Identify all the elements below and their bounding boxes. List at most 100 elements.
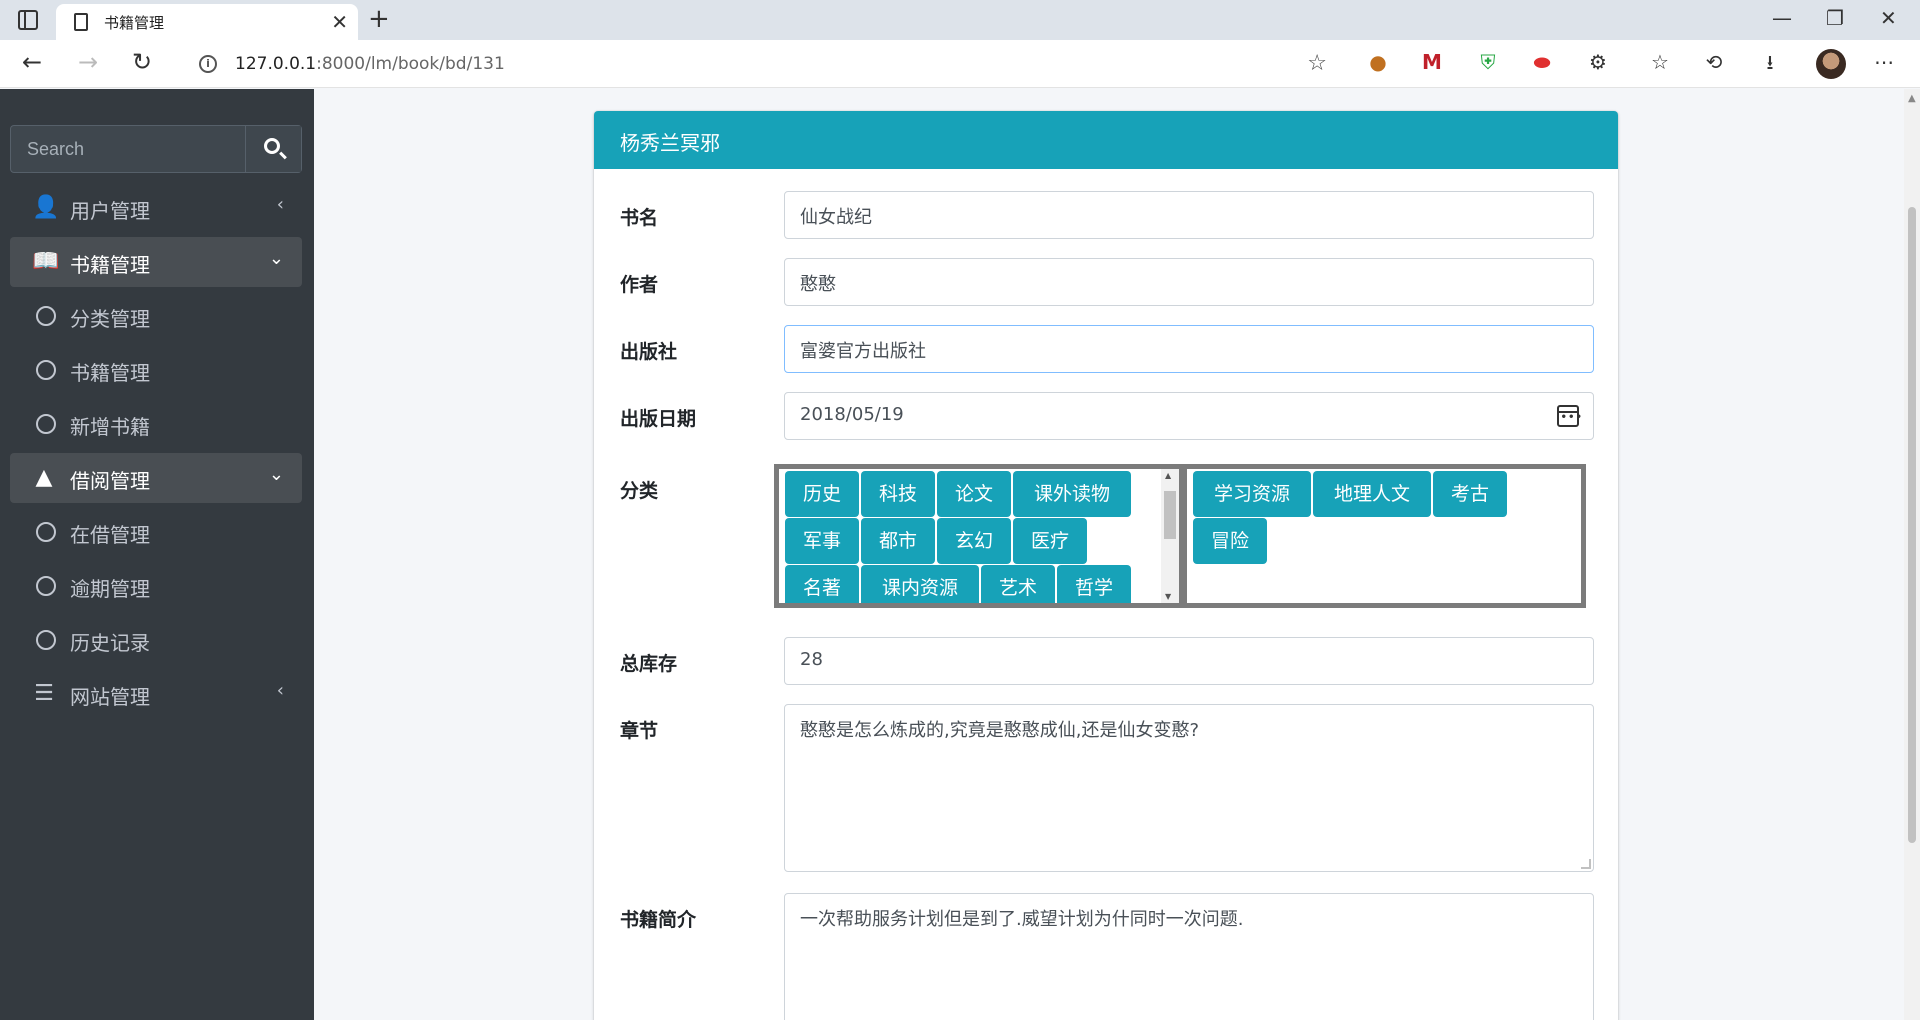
tab-actions-icon[interactable]: [18, 10, 38, 30]
sidebar-item-category-management[interactable]: 分类管理: [10, 291, 302, 341]
category-chip[interactable]: 学习资源: [1193, 471, 1311, 517]
page-scrollbar[interactable]: ▲: [1904, 89, 1920, 1020]
calendar-icon[interactable]: [1557, 405, 1583, 427]
more-menu-icon[interactable]: ⋯: [1872, 50, 1896, 74]
search-input[interactable]: [11, 126, 247, 172]
chevron-left-icon: ‹: [276, 194, 284, 215]
page-scroll-thumb[interactable]: [1908, 207, 1916, 843]
category-scroll-thumb[interactable]: [1164, 491, 1176, 539]
category-chip[interactable]: 艺术: [981, 565, 1055, 603]
minimize-icon[interactable]: —: [1772, 6, 1792, 30]
chevron-down-icon: ⌄: [268, 464, 284, 485]
category-chip[interactable]: 论文: [937, 471, 1011, 517]
sidebar-item-history[interactable]: 历史记录: [10, 615, 302, 665]
stock-label: 总库存: [620, 653, 678, 675]
book-icon: 📖: [32, 249, 60, 274]
search-button[interactable]: [245, 126, 301, 172]
sidebar: 👤 用户管理 ‹ 📖 书籍管理 ⌄ 分类管理 书籍管理 新增书籍 ▲ 借阅管理 …: [0, 89, 314, 1020]
category-chip[interactable]: 地理人文: [1313, 471, 1431, 517]
sidebar-item-label: 借阅管理: [70, 469, 150, 493]
available-categories-list[interactable]: 历史 科技 论文 课外读物军事 都市 玄幻 医疗名著 课内资源 艺术 哲学 ▲ ▼: [779, 469, 1179, 603]
close-window-icon[interactable]: ✕: [1880, 6, 1897, 30]
category-chip[interactable]: 冒险: [1193, 518, 1267, 564]
history-icon[interactable]: ⟲: [1702, 50, 1726, 74]
chapter-textarea[interactable]: 憨憨是怎么炼成的,究竟是憨憨成仙,还是仙女变憨?: [784, 704, 1594, 872]
circle-icon: [36, 630, 56, 650]
sidebar-item-site-management[interactable]: ☰ 网站管理 ‹: [10, 669, 302, 719]
chevron-left-icon: ‹: [276, 680, 284, 701]
stock-input[interactable]: 28: [784, 637, 1594, 685]
reload-icon[interactable]: ↻: [132, 48, 152, 76]
sidebar-item-borrow-management[interactable]: ▲ 借阅管理 ⌄: [10, 453, 302, 503]
category-chip[interactable]: 玄幻: [937, 518, 1011, 564]
sidebar-item-overdue[interactable]: 逾期管理: [10, 561, 302, 611]
sidebar-item-label: 历史记录: [70, 631, 150, 655]
category-chip[interactable]: 军事: [785, 518, 859, 564]
browser-tab-bar: 书籍管理 ✕ + — ❐ ✕: [0, 0, 1920, 40]
search-icon: [264, 138, 280, 154]
sidebar-item-book-management[interactable]: 📖 书籍管理 ⌄: [10, 237, 302, 287]
profile-avatar[interactable]: [1816, 49, 1846, 79]
scroll-down-icon[interactable]: ▼: [1165, 592, 1171, 601]
category-list-scrollbar[interactable]: ▲ ▼: [1161, 469, 1179, 603]
add-favorite-icon[interactable]: ☆: [1307, 51, 1327, 76]
extension-monkey-icon[interactable]: ●: [1366, 50, 1390, 74]
category-chip[interactable]: 医疗: [1013, 518, 1087, 564]
sidebar-item-label: 网站管理: [70, 685, 150, 709]
extension-shield-icon[interactable]: ⛨: [1476, 50, 1500, 74]
reader-icon: ▲: [35, 465, 53, 490]
circle-icon: [36, 414, 56, 434]
extensions-icon[interactable]: ⚙: [1586, 50, 1610, 74]
sidebar-item-add-book[interactable]: 新增书籍: [10, 399, 302, 449]
browser-tab[interactable]: 书籍管理 ✕: [56, 4, 358, 40]
sidebar-item-label: 新增书籍: [70, 415, 150, 439]
category-chip[interactable]: 科技: [861, 471, 935, 517]
category-chip[interactable]: 考古: [1433, 471, 1507, 517]
publish-date-value: 2018/05/19: [800, 404, 904, 425]
book-name-input[interactable]: 仙女战纪: [784, 191, 1594, 239]
tab-title: 书籍管理: [104, 14, 165, 32]
address-bar[interactable]: i 127.0.0.1:8000/lm/book/bd/131 ☆: [180, 46, 1342, 82]
new-tab-icon[interactable]: +: [368, 4, 390, 34]
scroll-up-icon[interactable]: ▲: [1165, 471, 1171, 480]
author-input[interactable]: 憨憨: [784, 258, 1594, 306]
author-label: 作者: [620, 274, 659, 296]
extension-m-icon[interactable]: M: [1420, 50, 1444, 74]
circle-icon: [36, 306, 56, 326]
listbox-divider: [1179, 469, 1187, 603]
publisher-input[interactable]: 富婆官方出版社: [784, 325, 1594, 373]
scroll-up-icon[interactable]: ▲: [1908, 93, 1916, 104]
category-chip[interactable]: 哲学: [1057, 565, 1131, 603]
forward-icon[interactable]: →: [78, 48, 98, 76]
sidebar-item-on-loan[interactable]: 在借管理: [10, 507, 302, 557]
intro-textarea[interactable]: 一次帮助服务计划但是到了.威望计划为什同时一次问题.: [784, 893, 1594, 1020]
favorites-icon[interactable]: ☆: [1648, 50, 1672, 74]
extension-cloud-icon[interactable]: ⬬: [1530, 50, 1554, 74]
resize-grip-icon[interactable]: [1581, 859, 1591, 869]
category-chip[interactable]: 历史: [785, 471, 859, 517]
sidebar-item-books[interactable]: 书籍管理: [10, 345, 302, 395]
sidebar-item-label: 用户管理: [70, 199, 150, 223]
category-dual-listbox: 历史 科技 论文 课外读物军事 都市 玄幻 医疗名著 课内资源 艺术 哲学 ▲ ▼ 学习资源 地理人…: [774, 464, 1586, 608]
sidebar-item-label: 在借管理: [70, 523, 150, 547]
category-chip[interactable]: 名著: [785, 565, 859, 603]
publish-date-input[interactable]: 2018/05/19: [784, 392, 1594, 440]
category-chip[interactable]: 都市: [861, 518, 935, 564]
book-edit-card: 杨秀兰冥邪 书名 仙女战纪 作者 憨憨 出版社 富婆官方出版社 出版日期 201…: [594, 111, 1618, 1020]
sidebar-nav: 👤 用户管理 ‹ 📖 书籍管理 ⌄ 分类管理 书籍管理 新增书籍 ▲ 借阅管理 …: [10, 183, 302, 723]
publisher-label: 出版社: [620, 341, 678, 363]
name-label: 书名: [620, 207, 659, 229]
sidebar-item-user-management[interactable]: 👤 用户管理 ‹: [10, 183, 302, 233]
site-info-icon[interactable]: i: [199, 55, 217, 73]
main-content: 杨秀兰冥邪 书名 仙女战纪 作者 憨憨 出版社 富婆官方出版社 出版日期 201…: [314, 89, 1904, 1020]
downloads-icon[interactable]: ⭳: [1758, 50, 1782, 74]
category-chip[interactable]: 课外读物: [1013, 471, 1131, 517]
close-tab-icon[interactable]: ✕: [331, 10, 348, 34]
card-title: 杨秀兰冥邪: [594, 111, 1618, 169]
restore-icon[interactable]: ❐: [1826, 6, 1844, 30]
back-icon[interactable]: ←: [22, 48, 42, 76]
selected-categories-list[interactable]: 学习资源 地理人文 考古冒险: [1187, 469, 1581, 603]
category-chip[interactable]: 课内资源: [861, 565, 979, 603]
sidebar-item-label: 逾期管理: [70, 577, 150, 601]
chapter-value: 憨憨是怎么炼成的,究竟是憨憨成仙,还是仙女变憨?: [800, 720, 1199, 741]
